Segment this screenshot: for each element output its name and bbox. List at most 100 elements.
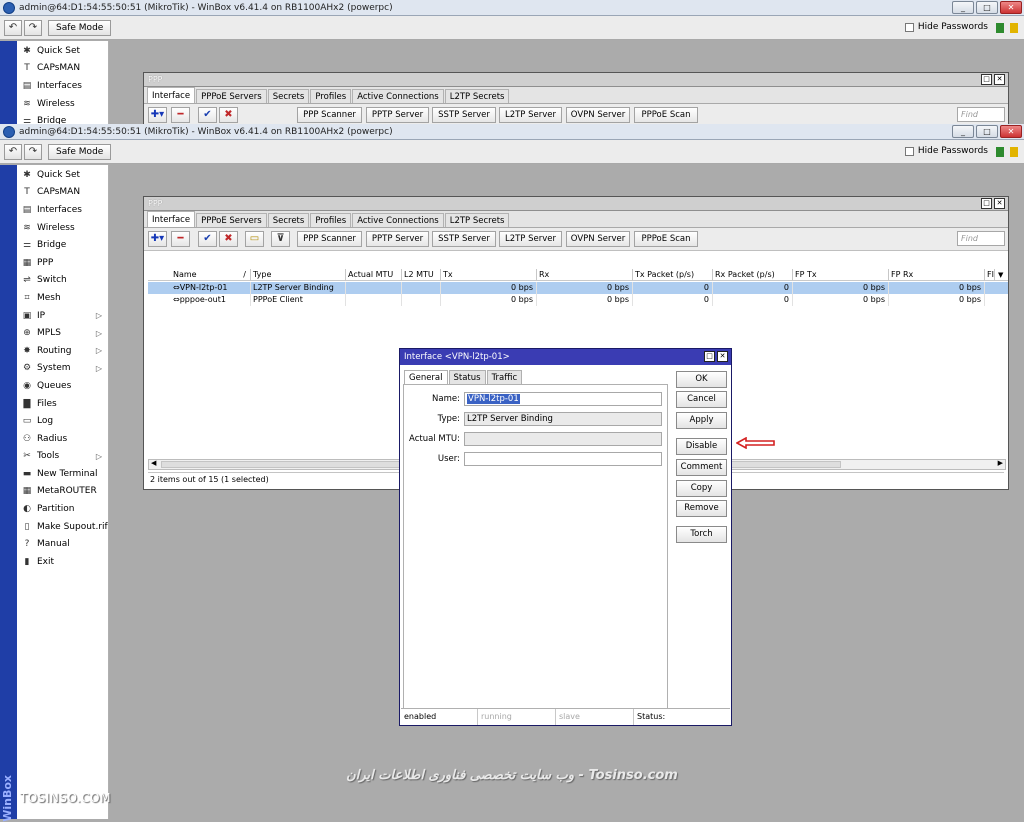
sidebar-item-new-terminal[interactable]: ▬ New Terminal: [17, 465, 108, 483]
sstp-server-button[interactable]: SSTP Server: [432, 231, 496, 247]
sidebar-item-queues[interactable]: ◉ Queues: [17, 377, 108, 395]
columns-dropdown-icon[interactable]: ▼: [996, 269, 1008, 281]
sidebar-item-capsman[interactable]: T CAPsMAN: [17, 184, 108, 202]
sidebar-item-mpls[interactable]: ⊕ MPLS ▷: [17, 324, 108, 342]
sidebar-item-log[interactable]: ▭ Log: [17, 412, 108, 430]
sidebar-item-partition[interactable]: ◐ Partition: [17, 500, 108, 518]
tab-interface[interactable]: Interface: [147, 211, 196, 227]
sidebar-item-switch[interactable]: ⇌ Switch: [17, 272, 108, 290]
enable-icon[interactable]: ✔: [198, 231, 217, 247]
sidebar-item-bridge[interactable]: ⚌ Bridge: [17, 236, 108, 254]
scroll-left-icon[interactable]: ◀: [151, 459, 156, 467]
scroll-right-icon[interactable]: ▶: [998, 459, 1003, 467]
col-name[interactable]: Name /: [171, 269, 251, 281]
undo-icon[interactable]: ↶: [4, 144, 22, 160]
tab-active-connections[interactable]: Active Connections: [352, 89, 444, 103]
enable-icon[interactable]: ✔: [198, 107, 217, 123]
add-icon[interactable]: ✚▾: [148, 107, 167, 123]
ppp-scanner-button[interactable]: PPP Scanner: [297, 231, 362, 247]
cancel-button[interactable]: Cancel: [676, 391, 727, 408]
col-actual-mtu[interactable]: Actual MTU: [346, 269, 402, 281]
tab-traffic[interactable]: Traffic: [486, 370, 523, 384]
remove-icon[interactable]: ━: [171, 107, 190, 123]
close-icon[interactable]: ✕: [994, 198, 1005, 209]
sidebar-item-files[interactable]: ▇ Files: [17, 395, 108, 413]
ovpn-server-button[interactable]: OVPN Server: [566, 231, 630, 247]
tab-pppoe-servers[interactable]: PPPoE Servers: [196, 89, 267, 103]
dialog-close-icon[interactable]: ✕: [717, 351, 728, 362]
sidebar-item-interfaces[interactable]: ▤ Interfaces: [17, 77, 108, 95]
sidebar-item-mesh[interactable]: ⌗ Mesh: [17, 289, 108, 307]
disable-button[interactable]: Disable: [676, 438, 727, 455]
tab-profiles[interactable]: Profiles: [310, 213, 352, 227]
sidebar-item-radius[interactable]: ⚇ Radius: [17, 430, 108, 448]
copy-button[interactable]: Copy: [676, 480, 727, 497]
filter-icon[interactable]: ⊽: [271, 231, 290, 247]
remove-button[interactable]: Remove: [676, 500, 727, 517]
back-find-input[interactable]: Find: [957, 107, 1005, 122]
back-ppp-scanner-button[interactable]: PPP Scanner: [297, 107, 362, 123]
maximize-button[interactable]: □: [976, 125, 998, 138]
remove-icon[interactable]: ━: [171, 231, 190, 247]
col-tx[interactable]: Tx: [441, 269, 537, 281]
sidebar-item-capsman[interactable]: T CAPsMAN: [17, 60, 108, 78]
minimize-button[interactable]: _: [952, 125, 974, 138]
torch-button[interactable]: Torch: [676, 526, 727, 543]
find-input[interactable]: Find: [957, 231, 1005, 246]
col-type[interactable]: Type: [251, 269, 346, 281]
col-rx-packet[interactable]: Rx Packet (p/s): [713, 269, 793, 281]
tab-l2tp-secrets[interactable]: L2TP Secrets: [444, 89, 510, 103]
dialog-maximize-icon[interactable]: □: [704, 351, 715, 362]
back-pptp-server-button[interactable]: PPTP Server: [366, 107, 429, 123]
sidebar-item-wireless[interactable]: ≋ Wireless: [17, 95, 108, 113]
sidebar-item-routing[interactable]: ✸ Routing ▷: [17, 342, 108, 360]
hide-passwords-checkbox[interactable]: [904, 146, 914, 156]
maximize-icon[interactable]: □: [981, 198, 992, 209]
sidebar-item-quick-set[interactable]: ✱ Quick Set: [17, 42, 108, 60]
sidebar-item-system[interactable]: ⚙ System ▷: [17, 360, 108, 378]
close-icon[interactable]: ✕: [994, 74, 1005, 85]
tab-status[interactable]: Status: [448, 370, 486, 384]
sidebar-item-make-supout-rif[interactable]: ▯ Make Supout.rif: [17, 518, 108, 536]
comment-icon[interactable]: ▭: [245, 231, 264, 247]
back-ovpn-server-button[interactable]: OVPN Server: [566, 107, 630, 123]
back-sstp-server-button[interactable]: SSTP Server: [432, 107, 496, 123]
close-button[interactable]: ✕: [1000, 125, 1022, 138]
col-fi[interactable]: FI: [985, 269, 995, 281]
sidebar-item-quick-set[interactable]: ✱ Quick Set: [17, 166, 108, 184]
table-row[interactable]: ⇔pppoe-out1 PPPoE Client 0 bps 0 bps 0 0 0 bps…: [148, 294, 1008, 306]
tab-interface[interactable]: Interface: [147, 87, 196, 103]
l2tp-server-button[interactable]: L2TP Server: [499, 231, 562, 247]
sidebar-item-ppp[interactable]: ▦ PPP: [17, 254, 108, 272]
dialog-title[interactable]: Interface <VPN-l2tp-01> □ ✕: [400, 349, 731, 365]
disable-icon[interactable]: ✖: [219, 107, 238, 123]
table-row[interactable]: ⇔VPN-l2tp-01 L2TP Server Binding 0 bps 0 bp…: [148, 282, 1008, 294]
col-fp-tx[interactable]: FP Tx: [793, 269, 889, 281]
tab-secrets[interactable]: Secrets: [267, 213, 310, 227]
sidebar-item-ip[interactable]: ▣ IP ▷: [17, 307, 108, 325]
user-field[interactable]: [464, 452, 662, 466]
maximize-icon[interactable]: □: [981, 74, 992, 85]
redo-icon[interactable]: ↷: [24, 144, 42, 160]
col-rx[interactable]: Rx: [537, 269, 633, 281]
hide-passwords[interactable]: Hide Passwords: [904, 22, 988, 32]
col-tx-packet[interactable]: Tx Packet (p/s): [633, 269, 713, 281]
undo-icon[interactable]: ↶: [4, 20, 22, 36]
disable-icon[interactable]: ✖: [219, 231, 238, 247]
tab-pppoe-servers[interactable]: PPPoE Servers: [196, 213, 267, 227]
name-field[interactable]: VPN-l2tp-01: [464, 392, 662, 406]
sidebar-item-metarouter[interactable]: ▦ MetaROUTER: [17, 483, 108, 501]
back-l2tp-server-button[interactable]: L2TP Server: [499, 107, 562, 123]
col-fp-rx[interactable]: FP Rx: [889, 269, 985, 281]
hide-passwords-checkbox[interactable]: [904, 22, 914, 32]
ok-button[interactable]: OK: [676, 371, 727, 388]
sidebar-item-manual[interactable]: ? Manual: [17, 535, 108, 553]
col-l2-mtu[interactable]: L2 MTU: [402, 269, 441, 281]
redo-icon[interactable]: ↷: [24, 20, 42, 36]
tab-general[interactable]: General: [404, 370, 448, 384]
tab-l2tp-secrets[interactable]: L2TP Secrets: [444, 213, 510, 227]
apply-button[interactable]: Apply: [676, 412, 727, 429]
sidebar-item-exit[interactable]: ▮ Exit: [17, 553, 108, 571]
back-window-titlebar[interactable]: admin@64:D1:54:55:50:51 (MikroTik) - Win…: [0, 0, 1024, 16]
sidebar-item-tools[interactable]: ✂ Tools ▷: [17, 448, 108, 466]
